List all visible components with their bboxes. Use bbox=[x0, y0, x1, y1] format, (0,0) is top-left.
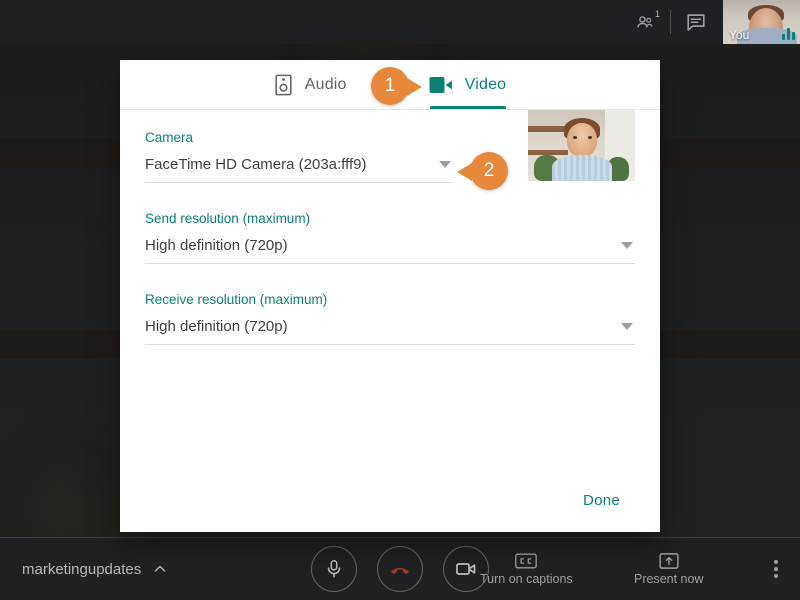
self-view-label: You bbox=[729, 28, 750, 42]
chevron-down-icon bbox=[621, 323, 633, 330]
send-resolution-select[interactable]: High definition (720p) bbox=[145, 237, 635, 264]
top-bar: 1 You bbox=[0, 0, 800, 44]
done-button[interactable]: Done bbox=[575, 486, 628, 515]
chat-button[interactable] bbox=[673, 0, 719, 44]
camera-field: Camera FaceTime HD Camera (203a:fff9) bbox=[145, 130, 635, 183]
more-options-button[interactable] bbox=[774, 560, 778, 578]
meeting-code-label: marketingupdates bbox=[22, 560, 142, 578]
tab-audio-label: Audio bbox=[304, 75, 347, 93]
video-camera-icon bbox=[456, 563, 476, 575]
receive-resolution-label: Receive resolution (maximum) bbox=[145, 292, 328, 307]
chevron-down-icon bbox=[621, 242, 633, 249]
present-screen-icon bbox=[659, 552, 679, 569]
self-view-thumbnail[interactable]: You bbox=[723, 0, 800, 44]
turn-on-captions-button[interactable]: Turn on captions bbox=[480, 553, 573, 586]
tab-video-label: Video bbox=[464, 75, 507, 93]
active-tab-indicator bbox=[430, 106, 506, 109]
camera-select-value: FaceTime HD Camera (203a:fff9) bbox=[145, 156, 367, 173]
receive-resolution-value: High definition (720p) bbox=[145, 318, 288, 335]
closed-captions-icon bbox=[515, 553, 538, 568]
camera-select[interactable]: FaceTime HD Camera (203a:fff9) bbox=[145, 156, 453, 183]
leave-call-button[interactable] bbox=[377, 546, 423, 592]
video-camera-icon bbox=[429, 76, 452, 93]
chevron-up-icon bbox=[155, 565, 166, 572]
more-options-kebab-icon bbox=[774, 574, 778, 578]
people-icon bbox=[637, 16, 653, 28]
present-label: Present now bbox=[634, 571, 704, 586]
settings-dialog: Audio Video Camera FaceTime HD Camera (2… bbox=[120, 60, 660, 532]
top-bar-divider bbox=[670, 10, 671, 34]
send-resolution-label: Send resolution (maximum) bbox=[145, 211, 311, 226]
present-now-button[interactable]: Present now bbox=[634, 552, 704, 586]
send-resolution-field: Send resolution (maximum) High definitio… bbox=[145, 211, 635, 264]
receive-resolution-select[interactable]: High definition (720p) bbox=[145, 318, 635, 345]
more-options-kebab-icon bbox=[774, 560, 778, 564]
audio-level-icon bbox=[782, 27, 795, 40]
hangup-phone-icon bbox=[391, 567, 409, 574]
callout-badge-1: 1 bbox=[371, 67, 422, 105]
microphone-icon bbox=[327, 560, 341, 578]
tab-audio[interactable]: Audio bbox=[272, 60, 349, 109]
chat-icon bbox=[687, 14, 705, 31]
google-meet-window: 1 You marketingupdates Turn on captions … bbox=[0, 0, 800, 600]
settings-body: Camera FaceTime HD Camera (203a:fff9) Se… bbox=[120, 110, 660, 468]
settings-footer: Done bbox=[120, 468, 660, 532]
meeting-code-button[interactable]: marketingupdates bbox=[22, 560, 169, 578]
speaker-icon bbox=[275, 74, 292, 95]
bottom-bar: marketingupdates Turn on captions Presen… bbox=[0, 537, 800, 600]
send-resolution-value: High definition (720p) bbox=[145, 237, 288, 254]
receive-resolution-field: Receive resolution (maximum) High defini… bbox=[145, 292, 635, 345]
callout-badge-2: 2 bbox=[457, 152, 508, 190]
tab-video[interactable]: Video bbox=[427, 60, 509, 109]
mute-microphone-button[interactable] bbox=[311, 546, 357, 592]
participant-count-badge: 1 bbox=[654, 9, 660, 19]
chevron-down-icon bbox=[439, 161, 451, 168]
camera-field-label: Camera bbox=[145, 130, 194, 145]
more-options-kebab-icon bbox=[774, 567, 778, 571]
participants-button[interactable]: 1 bbox=[622, 0, 668, 44]
captions-label: Turn on captions bbox=[480, 571, 573, 586]
